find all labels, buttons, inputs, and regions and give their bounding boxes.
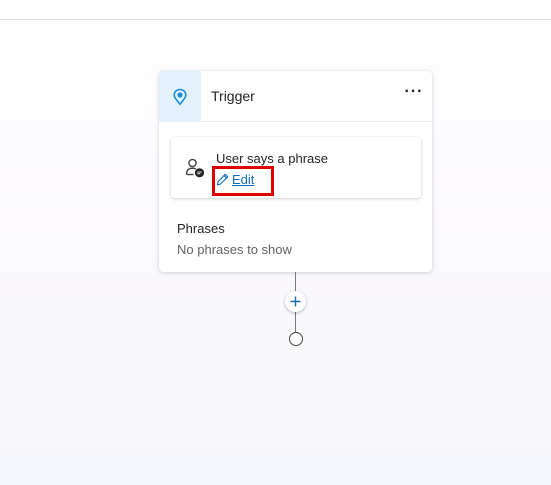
top-bar (0, 0, 551, 20)
trigger-card: Trigger ··· User says a phrase Edit Phra… (159, 71, 432, 272)
card-title: Trigger (211, 88, 255, 104)
plus-icon (290, 296, 301, 307)
trigger-icon-box (159, 71, 201, 122)
phrases-empty-text: No phrases to show (177, 242, 292, 257)
phrases-heading: Phrases (177, 221, 225, 236)
person-chat-icon (185, 158, 205, 178)
more-options-button[interactable]: ··· (403, 83, 425, 107)
edit-highlight-box (212, 166, 274, 196)
lightbulb-pin-icon (173, 88, 187, 106)
card-header: Trigger ··· (159, 71, 432, 122)
more-icon: ··· (404, 83, 424, 100)
phrase-trigger-title: User says a phrase (216, 151, 328, 166)
add-node-button[interactable] (285, 291, 306, 312)
end-node (289, 332, 303, 346)
phrase-trigger-box: User says a phrase Edit (171, 137, 421, 198)
